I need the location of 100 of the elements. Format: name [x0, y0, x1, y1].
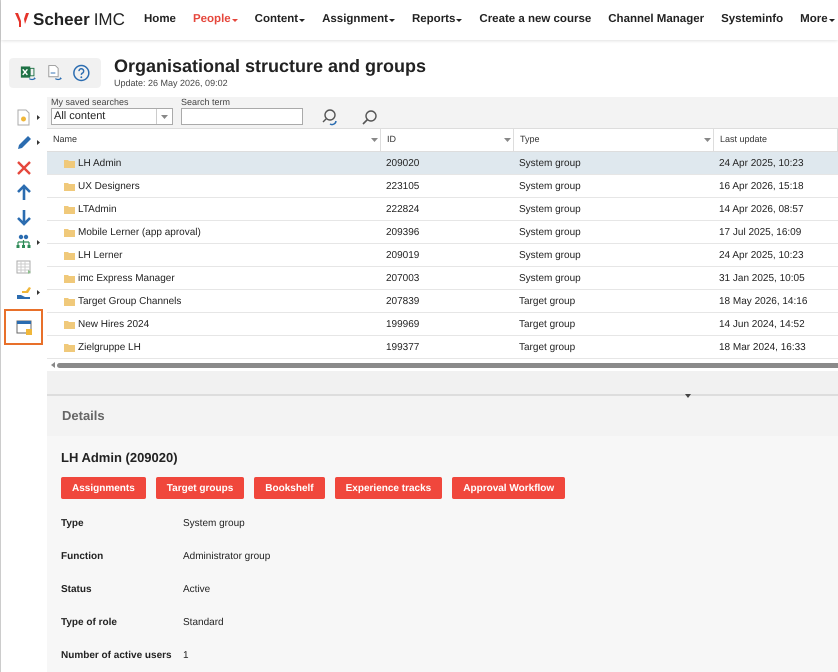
arrow-up-icon [15, 183, 33, 201]
table-cell: 17 Jul 2025, 16:09 [719, 226, 802, 238]
caret-icon [37, 290, 40, 294]
table-icon [15, 258, 33, 276]
table-cell-text: imc Express Manager [78, 272, 175, 286]
scroll-left-icon[interactable] [51, 362, 55, 368]
help-icon[interactable] [72, 63, 92, 83]
folder-icon [64, 227, 75, 237]
caret-icon [37, 240, 40, 244]
table-cell: System group [519, 158, 581, 168]
sort-caret-icon[interactable] [704, 138, 711, 142]
field-label: Function [61, 550, 104, 564]
table-cell: 199969 [386, 318, 420, 330]
column-header[interactable]: Type [520, 133, 540, 147]
search-term-label: Search term [181, 97, 232, 108]
nav-link[interactable]: Create a new course [479, 11, 592, 29]
table-cell: 222824 [386, 204, 420, 214]
field-value: System group [183, 517, 245, 531]
column-header[interactable]: Last update [720, 133, 768, 147]
document-export-icon[interactable] [46, 63, 64, 83]
details-heading: Details [62, 406, 105, 425]
field-label: Number of active users [61, 649, 173, 663]
table-cell: 209020 [386, 158, 420, 168]
table-cell: System group [519, 226, 581, 238]
field-label: Status [61, 583, 93, 597]
details-title: LH Admin (209020) [61, 448, 179, 467]
table-cell: 199377 [386, 342, 420, 352]
sort-caret-icon[interactable] [371, 138, 378, 142]
nav-link[interactable]: Home [144, 11, 176, 29]
folder-icon [64, 273, 75, 283]
folder-icon [64, 181, 75, 191]
table-cell: Target group [519, 296, 576, 306]
table-cell: 209396 [386, 226, 420, 238]
table-cell: 31 Jan 2025, 10:05 [719, 272, 805, 284]
table-cell: Target group [519, 318, 576, 330]
table-cell: 16 Apr 2026, 15:18 [719, 180, 804, 192]
nav-link[interactable]: Content [254, 11, 306, 29]
folder-icon [64, 342, 75, 352]
table-cell-text: New Hires 2024 [78, 318, 150, 332]
table-cell: System group [519, 250, 581, 260]
field-value: 1 [183, 649, 189, 663]
caret-icon [37, 114, 40, 120]
column-header[interactable]: Name [53, 133, 78, 147]
table-cell: 207839 [386, 296, 420, 306]
sort-caret-icon[interactable] [504, 138, 511, 142]
hierarchy-icon [15, 233, 33, 251]
table-cell: 14 Jun 2024, 14:52 [719, 318, 805, 330]
details-tab-button[interactable]: Assignments [61, 477, 146, 499]
caret-icon [232, 18, 238, 22]
table-cell: 223105 [386, 180, 420, 192]
nav-link[interactable]: Reports [412, 11, 462, 29]
saved-search-dropdown[interactable]: All content [51, 108, 173, 125]
field-value: Active [183, 583, 210, 597]
details-tab-button[interactable]: Bookshelf [254, 477, 325, 499]
folder-icon [64, 158, 75, 168]
pencil-icon [15, 133, 33, 151]
details-tab-button[interactable]: Approval Workflow [452, 477, 566, 499]
field-value: Administrator group [183, 550, 270, 564]
caret-icon [456, 18, 462, 22]
folder-icon [64, 204, 75, 214]
toolbar-button[interactable] [4, 309, 43, 345]
reset-search-icon[interactable] [321, 108, 339, 126]
folder-icon [64, 319, 75, 329]
details-tab-button[interactable]: Experience tracks [334, 477, 442, 499]
update-timestamp: Update: 26 May 2026, 09:02 [114, 77, 229, 90]
field-label: Type [61, 517, 85, 531]
field-value: Standard [183, 616, 224, 630]
details-tab-button[interactable]: Target groups [156, 477, 244, 499]
column-header[interactable]: ID [387, 133, 396, 147]
horizontal-scrollbar[interactable] [57, 362, 838, 368]
table-cell: 18 Mar 2024, 16:33 [719, 342, 806, 352]
table-cell: System group [519, 272, 581, 284]
table-cell-text: UX Designers [78, 180, 140, 194]
table-cell-text: Mobile Lerner (app aproval) [78, 226, 201, 240]
table-cell: 14 Apr 2026, 08:57 [719, 204, 804, 214]
delete-icon [15, 158, 33, 176]
search-icon[interactable] [361, 109, 378, 126]
table-cell: System group [519, 180, 581, 192]
table-cell: System group [519, 204, 581, 214]
collapse-handle-icon[interactable] [685, 394, 691, 398]
table-cell-text: LTAdmin [78, 202, 117, 216]
table-cell: 207003 [386, 272, 420, 284]
nav-link[interactable]: Channel Manager [608, 11, 704, 29]
nav-link[interactable]: More [800, 11, 835, 29]
nav-link[interactable]: People [192, 11, 238, 29]
caret-icon [388, 18, 395, 22]
caret-icon [828, 18, 835, 22]
table-cell: Target group [519, 342, 576, 352]
nav-link[interactable]: Assignment [322, 11, 395, 29]
nav-link[interactable]: Systeminfo [721, 11, 784, 29]
folder-icon [64, 250, 75, 260]
table-row[interactable]: LH Admin 209020 System group 24 Apr 2025, 10:23 [47, 152, 838, 175]
saved-searches-label: My saved searches [51, 97, 130, 108]
caret-icon [299, 18, 306, 22]
logo-icon [15, 13, 29, 27]
window-icon [15, 318, 33, 336]
table-cell: 24 Apr 2025, 10:23 [719, 250, 804, 260]
brand-suffix: IMC [94, 9, 125, 32]
search-term-field[interactable] [181, 108, 303, 125]
table-cell-text: LH Admin [78, 156, 122, 170]
